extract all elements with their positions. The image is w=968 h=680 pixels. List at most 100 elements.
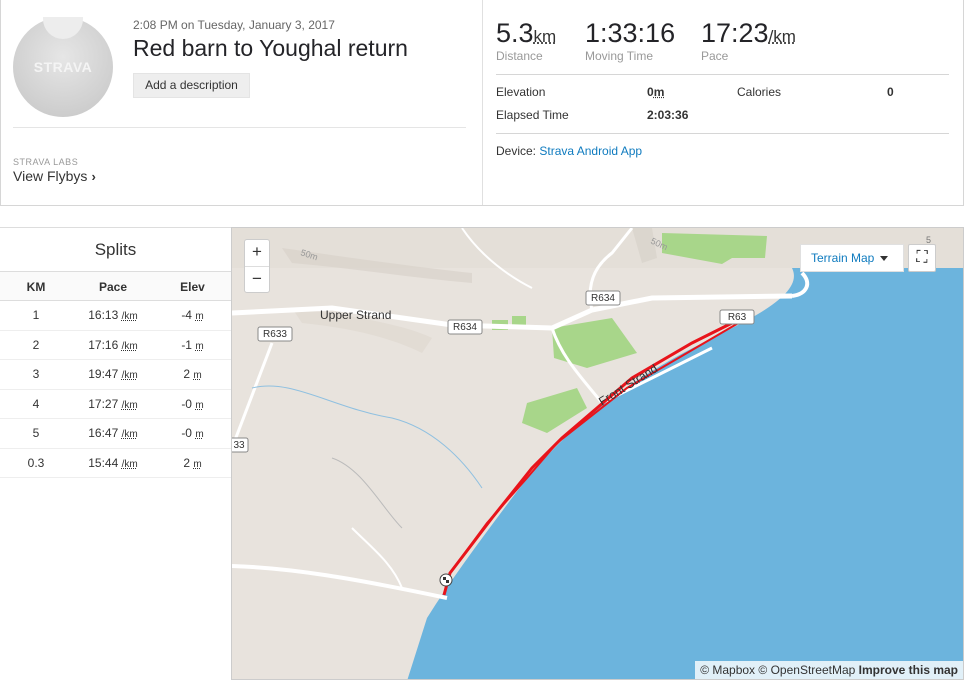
road-shield-r63: R63 (728, 312, 747, 323)
chevron-right-icon: › (91, 169, 96, 184)
split-pace-unit: /km (121, 370, 138, 381)
checkered-flag-icon (443, 577, 446, 580)
moving-time-stat: 1:33:16 Moving Time (585, 18, 675, 63)
split-row[interactable]: 5 16:47 /km -0 m (0, 419, 231, 449)
place-label-upper-strand: Upper Strand (320, 308, 391, 322)
split-km: 5 (32, 426, 40, 440)
pace-stat: 17:23/km Pace (701, 18, 796, 63)
split-elev-value: -0 (181, 396, 192, 411)
pace-value: 17:23 (701, 18, 769, 48)
split-pace-value: 17:16 (88, 337, 119, 352)
split-pace-unit: /km (121, 458, 138, 470)
activity-header: STRAVA 2:08 PM on Tuesday, January 3, 20… (0, 0, 964, 206)
map-style-dropdown[interactable]: Terrain Map (800, 244, 904, 272)
split-elev-value: 2 (183, 455, 190, 470)
splits-body: 1 16:13 /km -4 m 2 17:16 /km -1 m 3 19:47 /km 2 … (0, 301, 231, 478)
device-link[interactable]: Strava Android App (539, 144, 642, 158)
split-row[interactable]: 3 19:47 /km 2 m (0, 360, 231, 390)
split-elev-value: -4 (181, 308, 192, 322)
splits-header-elev: Elev (180, 280, 205, 294)
elevation-label: Elevation (496, 85, 546, 99)
divider (496, 133, 949, 134)
split-pace-unit: /km (121, 429, 138, 440)
improve-map-link[interactable]: Improve this map (859, 663, 958, 677)
split-pace: 15:44 /km (72, 449, 154, 478)
split-pace-value: 17:27 (88, 396, 119, 411)
split-pace: 16:13 /km (72, 301, 154, 330)
distance-value: 5.3 (496, 18, 534, 48)
pace-unit: /km (768, 27, 796, 46)
mapbox-attribution-link[interactable]: © Mapbox (700, 663, 755, 677)
road-shield-r633: R633 (263, 329, 287, 340)
split-pace: 19:47 /km (72, 360, 154, 389)
strava-logo: STRAVA (33, 59, 93, 75)
split-row[interactable]: 2 17:16 /km -1 m (0, 331, 231, 360)
splits-title: Splits (0, 227, 231, 271)
pace-label: Pace (701, 49, 729, 63)
split-pace: 17:16 /km (72, 331, 154, 360)
split-elev-unit: m (193, 458, 202, 470)
elapsed-time-label: Elapsed Time (496, 108, 569, 122)
split-pace-value: 15:44 (88, 455, 119, 470)
map-style-label: Terrain Map (811, 251, 875, 265)
split-elev-value: -1 (181, 337, 192, 352)
divider (496, 74, 949, 75)
elevation-value: 0m (647, 85, 664, 99)
zoom-in-button[interactable]: + (245, 240, 269, 266)
moving-time-value: 1:33:16 (585, 18, 676, 48)
split-elev-unit: m (195, 340, 204, 352)
split-elev: 2 m (154, 449, 231, 478)
split-pace: 17:27 /km (72, 390, 154, 419)
split-elev: -0 m (154, 390, 231, 419)
splits-panel: Splits KM Pace Elev 1 16:13 /km -4 m 2 17:16… (0, 227, 231, 680)
distance-unit: km (533, 27, 557, 46)
avatar[interactable]: STRAVA (13, 17, 113, 117)
distance-label: Distance (496, 49, 543, 63)
split-pace-value: 16:47 (88, 426, 119, 440)
splits-header-pace: Pace (98, 280, 128, 294)
add-description-button[interactable]: Add a description (133, 73, 250, 98)
calories-value: 0 (887, 85, 894, 99)
elapsed-time-value: 2:03:36 (647, 108, 689, 122)
splits-header-row: KM Pace Elev (0, 271, 231, 301)
split-elev: -4 m (154, 301, 231, 330)
elevation-number: 0 (647, 85, 654, 99)
zoom-control: + − (244, 239, 270, 293)
device-label: Device: (496, 144, 537, 158)
zoom-out-button[interactable]: − (245, 266, 269, 292)
split-pace-value: 19:47 (88, 367, 119, 381)
split-km: 0.3 (27, 455, 45, 470)
split-km: 2 (32, 337, 40, 352)
divider (482, 0, 483, 205)
chevron-down-icon (880, 256, 889, 262)
map-attribution: © Mapbox © OpenStreetMap Improve this ma… (695, 661, 963, 679)
activity-title: Red barn to Youghal return (133, 35, 408, 61)
split-pace-unit: /km (121, 311, 138, 322)
fullscreen-icon[interactable]: ⛶ (908, 244, 936, 272)
elevation-unit: m (653, 85, 665, 99)
split-km: 1 (32, 308, 40, 322)
avatar-collar (43, 17, 83, 39)
device-info: Device: Strava Android App (496, 144, 642, 158)
split-elev-unit: m (195, 399, 204, 411)
calories-label: Calories (737, 85, 782, 99)
map-canvas[interactable]: R634 R634 R633 33 R63 Upper Strand Front… (232, 228, 964, 680)
split-elev-value: -0 (181, 426, 192, 440)
splits-header-km: KM (26, 280, 46, 294)
split-elev-unit: m (195, 311, 204, 322)
split-pace-unit: /km (121, 399, 138, 411)
split-row[interactable]: 4 17:27 /km -0 m (0, 390, 231, 419)
road-shield-r634-a: R634 (591, 293, 615, 304)
route-map[interactable]: R634 R634 R633 33 R63 Upper Strand Front… (231, 227, 964, 680)
split-elev: 2 m (154, 360, 231, 389)
split-km: 4 (32, 396, 40, 411)
split-elev-unit: m (193, 370, 202, 381)
split-row[interactable]: 0.3 15:44 /km 2 m (0, 449, 231, 478)
view-flybys-label: View Flybys (13, 168, 88, 184)
road-shield-r634-b: R634 (453, 322, 477, 333)
checkered-flag-icon (446, 580, 449, 583)
view-flybys-link[interactable]: View Flybys › (13, 168, 96, 184)
split-row[interactable]: 1 16:13 /km -4 m (0, 301, 231, 331)
split-pace: 16:47 /km (72, 419, 154, 448)
osm-attribution-link[interactable]: © OpenStreetMap (758, 663, 855, 677)
